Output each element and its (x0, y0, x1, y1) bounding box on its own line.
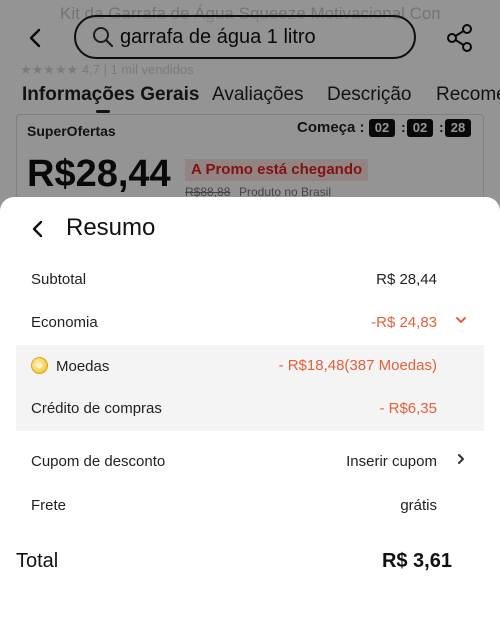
chevron-right-icon[interactable] (454, 452, 468, 470)
frete-value: grátis (400, 497, 437, 514)
credito-row: Crédito de compras - R$6,35 (0, 388, 500, 430)
sheet-title: Resumo (66, 214, 156, 241)
total-label: Total (16, 550, 59, 572)
cupom-label: Cupom de desconto (31, 453, 166, 470)
total-value: R$ 3,61 (381, 550, 452, 572)
economia-label: Economia (31, 314, 98, 331)
frete-label: Frete (31, 497, 67, 514)
moedas-value: - R$18,48(387 Moedas) (278, 357, 437, 374)
subtotal-label: Subtotal (31, 271, 87, 288)
credito-label: Crédito de compras (31, 400, 162, 417)
coin-icon (31, 357, 48, 374)
economia-row[interactable]: Economia -R$ 24,83 (0, 302, 500, 344)
moedas-label: Moedas (56, 358, 110, 375)
summary-sheet: Resumo Subtotal R$ 28,44 Economia -R$ 24… (0, 197, 500, 626)
cupom-value[interactable]: Inserir cupom (346, 453, 437, 470)
moedas-row: Moedas - R$18,48(387 Moedas) (0, 345, 500, 387)
subtotal-row: Subtotal R$ 28,44 (0, 259, 500, 301)
credito-value: - R$6,35 (379, 400, 437, 417)
cupom-row[interactable]: Cupom de desconto Inserir cupom (0, 441, 500, 483)
back-arrow-icon (32, 220, 43, 238)
sheet-back-button[interactable] (24, 215, 52, 243)
frete-row: Frete grátis (0, 485, 500, 527)
chevron-down-icon[interactable] (454, 313, 468, 331)
moedas-label-wrap: Moedas (31, 357, 109, 375)
economia-value: -R$ 24,83 (371, 314, 437, 331)
subtotal-value: R$ 28,44 (376, 271, 437, 288)
